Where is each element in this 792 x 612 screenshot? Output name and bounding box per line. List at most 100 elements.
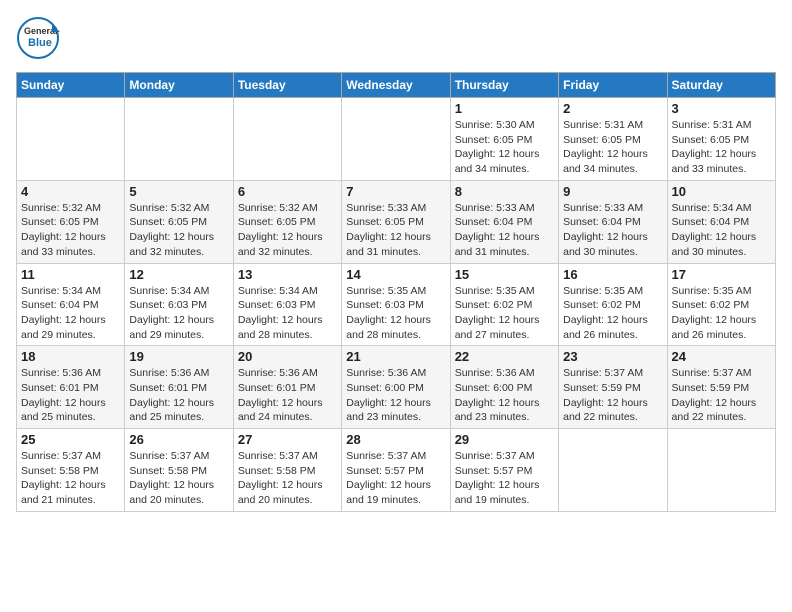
day-info: Sunrise: 5:34 AMSunset: 6:03 PMDaylight:… — [238, 284, 337, 343]
day-info: Sunrise: 5:33 AMSunset: 6:05 PMDaylight:… — [346, 201, 445, 260]
day-info: Sunrise: 5:30 AMSunset: 6:05 PMDaylight:… — [455, 118, 554, 177]
day-number: 24 — [672, 349, 771, 364]
day-number: 21 — [346, 349, 445, 364]
page-header: General Blue — [16, 16, 776, 60]
calendar-cell: 29 Sunrise: 5:37 AMSunset: 5:57 PMDayligh… — [450, 429, 558, 512]
day-info: Sunrise: 5:37 AMSunset: 5:59 PMDaylight:… — [672, 366, 771, 425]
calendar-cell: 15 Sunrise: 5:35 AMSunset: 6:02 PMDayligh… — [450, 263, 558, 346]
calendar-cell: 1 Sunrise: 5:30 AMSunset: 6:05 PMDaylight… — [450, 98, 558, 181]
calendar-cell — [667, 429, 775, 512]
calendar-cell: 14 Sunrise: 5:35 AMSunset: 6:03 PMDayligh… — [342, 263, 450, 346]
calendar-cell: 12 Sunrise: 5:34 AMSunset: 6:03 PMDayligh… — [125, 263, 233, 346]
day-number: 1 — [455, 101, 554, 116]
day-number: 16 — [563, 267, 662, 282]
day-number: 13 — [238, 267, 337, 282]
day-number: 23 — [563, 349, 662, 364]
calendar-cell: 7 Sunrise: 5:33 AMSunset: 6:05 PMDaylight… — [342, 180, 450, 263]
calendar-cell: 13 Sunrise: 5:34 AMSunset: 6:03 PMDayligh… — [233, 263, 341, 346]
calendar-cell: 26 Sunrise: 5:37 AMSunset: 5:58 PMDayligh… — [125, 429, 233, 512]
col-header-sunday: Sunday — [17, 73, 125, 98]
calendar-cell: 11 Sunrise: 5:34 AMSunset: 6:04 PMDayligh… — [17, 263, 125, 346]
calendar-cell: 25 Sunrise: 5:37 AMSunset: 5:58 PMDayligh… — [17, 429, 125, 512]
calendar-cell: 19 Sunrise: 5:36 AMSunset: 6:01 PMDayligh… — [125, 346, 233, 429]
calendar-cell: 3 Sunrise: 5:31 AMSunset: 6:05 PMDaylight… — [667, 98, 775, 181]
calendar-cell: 21 Sunrise: 5:36 AMSunset: 6:00 PMDayligh… — [342, 346, 450, 429]
calendar-table: SundayMondayTuesdayWednesdayThursdayFrid… — [16, 72, 776, 512]
calendar-cell: 27 Sunrise: 5:37 AMSunset: 5:58 PMDayligh… — [233, 429, 341, 512]
calendar-cell: 10 Sunrise: 5:34 AMSunset: 6:04 PMDayligh… — [667, 180, 775, 263]
svg-text:Blue: Blue — [28, 37, 52, 49]
day-number: 6 — [238, 184, 337, 199]
calendar-cell — [17, 98, 125, 181]
day-number: 29 — [455, 432, 554, 447]
day-info: Sunrise: 5:36 AMSunset: 6:00 PMDaylight:… — [455, 366, 554, 425]
day-number: 14 — [346, 267, 445, 282]
col-header-friday: Friday — [559, 73, 667, 98]
day-number: 2 — [563, 101, 662, 116]
calendar-cell: 2Sunrise: 5:31 AMSunset: 6:05 PMDaylight… — [559, 98, 667, 181]
day-number: 25 — [21, 432, 120, 447]
day-info: Sunrise: 5:36 AMSunset: 6:00 PMDaylight:… — [346, 366, 445, 425]
day-number: 17 — [672, 267, 771, 282]
calendar-cell: 24 Sunrise: 5:37 AMSunset: 5:59 PMDayligh… — [667, 346, 775, 429]
day-number: 15 — [455, 267, 554, 282]
calendar-cell: 16 Sunrise: 5:35 AMSunset: 6:02 PMDayligh… — [559, 263, 667, 346]
logo-icon: General Blue — [16, 16, 60, 60]
col-header-tuesday: Tuesday — [233, 73, 341, 98]
day-number: 28 — [346, 432, 445, 447]
day-info: Sunrise: 5:37 AMSunset: 5:58 PMDaylight:… — [129, 449, 228, 508]
day-info: Sunrise: 5:35 AMSunset: 6:02 PMDaylight:… — [672, 284, 771, 343]
day-info: Sunrise: 5:35 AMSunset: 6:03 PMDaylight:… — [346, 284, 445, 343]
day-info: Sunrise: 5:31 AMSunset: 6:05 PMDaylight:… — [672, 118, 771, 177]
calendar-cell: 9 Sunrise: 5:33 AMSunset: 6:04 PMDaylight… — [559, 180, 667, 263]
day-info: Sunrise: 5:32 AMSunset: 6:05 PMDaylight:… — [238, 201, 337, 260]
col-header-wednesday: Wednesday — [342, 73, 450, 98]
calendar-cell: 4Sunrise: 5:32 AMSunset: 6:05 PMDaylight… — [17, 180, 125, 263]
day-info: Sunrise: 5:36 AMSunset: 6:01 PMDaylight:… — [238, 366, 337, 425]
calendar-cell — [559, 429, 667, 512]
day-number: 3 — [672, 101, 771, 116]
day-info: Sunrise: 5:35 AMSunset: 6:02 PMDaylight:… — [563, 284, 662, 343]
calendar-cell: 6 Sunrise: 5:32 AMSunset: 6:05 PMDaylight… — [233, 180, 341, 263]
calendar-cell: 28 Sunrise: 5:37 AMSunset: 5:57 PMDayligh… — [342, 429, 450, 512]
day-number: 22 — [455, 349, 554, 364]
day-number: 27 — [238, 432, 337, 447]
day-number: 4 — [21, 184, 120, 199]
calendar-cell — [233, 98, 341, 181]
day-info: Sunrise: 5:34 AMSunset: 6:03 PMDaylight:… — [129, 284, 228, 343]
day-info: Sunrise: 5:34 AMSunset: 6:04 PMDaylight:… — [672, 201, 771, 260]
calendar-cell: 17 Sunrise: 5:35 AMSunset: 6:02 PMDayligh… — [667, 263, 775, 346]
day-number: 7 — [346, 184, 445, 199]
day-info: Sunrise: 5:33 AMSunset: 6:04 PMDaylight:… — [563, 201, 662, 260]
day-info: Sunrise: 5:37 AMSunset: 5:57 PMDaylight:… — [455, 449, 554, 508]
day-number: 5 — [129, 184, 228, 199]
day-info: Sunrise: 5:37 AMSunset: 5:58 PMDaylight:… — [21, 449, 120, 508]
day-info: Sunrise: 5:37 AMSunset: 5:58 PMDaylight:… — [238, 449, 337, 508]
day-number: 18 — [21, 349, 120, 364]
day-info: Sunrise: 5:34 AMSunset: 6:04 PMDaylight:… — [21, 284, 120, 343]
day-info: Sunrise: 5:32 AMSunset: 6:05 PMDaylight:… — [129, 201, 228, 260]
day-info: Sunrise: 5:35 AMSunset: 6:02 PMDaylight:… — [455, 284, 554, 343]
day-number: 10 — [672, 184, 771, 199]
calendar-cell: 20 Sunrise: 5:36 AMSunset: 6:01 PMDayligh… — [233, 346, 341, 429]
calendar-cell: 5 Sunrise: 5:32 AMSunset: 6:05 PMDaylight… — [125, 180, 233, 263]
calendar-cell: 8Sunrise: 5:33 AMSunset: 6:04 PMDaylight… — [450, 180, 558, 263]
day-number: 12 — [129, 267, 228, 282]
col-header-monday: Monday — [125, 73, 233, 98]
day-number: 20 — [238, 349, 337, 364]
calendar-cell: 22 Sunrise: 5:36 AMSunset: 6:00 PMDayligh… — [450, 346, 558, 429]
calendar-cell: 18 Sunrise: 5:36 AMSunset: 6:01 PMDayligh… — [17, 346, 125, 429]
calendar-cell: 23 Sunrise: 5:37 AMSunset: 5:59 PMDayligh… — [559, 346, 667, 429]
logo: General Blue — [16, 16, 60, 60]
day-info: Sunrise: 5:36 AMSunset: 6:01 PMDaylight:… — [21, 366, 120, 425]
day-number: 8 — [455, 184, 554, 199]
day-number: 9 — [563, 184, 662, 199]
col-header-thursday: Thursday — [450, 73, 558, 98]
day-info: Sunrise: 5:36 AMSunset: 6:01 PMDaylight:… — [129, 366, 228, 425]
day-number: 11 — [21, 267, 120, 282]
day-info: Sunrise: 5:37 AMSunset: 5:59 PMDaylight:… — [563, 366, 662, 425]
day-info: Sunrise: 5:37 AMSunset: 5:57 PMDaylight:… — [346, 449, 445, 508]
day-number: 19 — [129, 349, 228, 364]
col-header-saturday: Saturday — [667, 73, 775, 98]
day-number: 26 — [129, 432, 228, 447]
